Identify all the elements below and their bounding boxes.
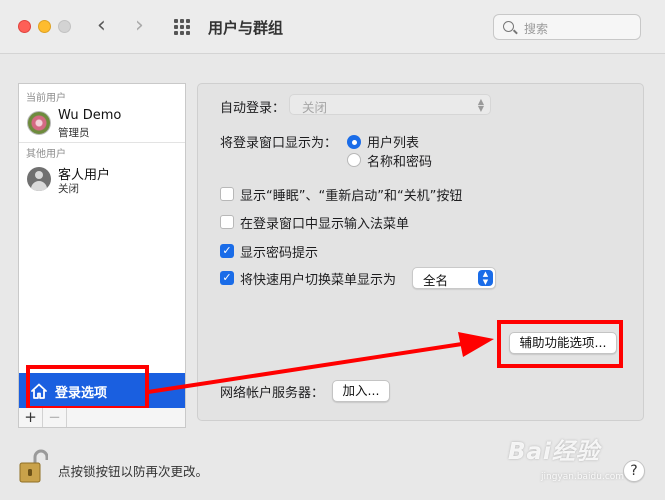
users-sidebar: 当前用户 Wu Demo 管理员 其他用户 客人用户 关闭 登录选项 [18,83,186,410]
zoom-window-button[interactable] [58,20,71,33]
annotation-highlight-accessibility-button [497,320,623,368]
sidebar-toolbar: + − [18,408,186,428]
search-icon [503,21,514,32]
window-title: 用户与群组 [208,19,284,37]
user-role: 关闭 [58,183,79,195]
minimize-window-button[interactable] [38,20,51,33]
checkbox-input-menu[interactable] [220,215,234,229]
add-user-button[interactable]: + [19,408,43,427]
radio-name-password-label: 名称和密码 [367,155,433,170]
close-window-button[interactable] [18,20,31,33]
checkbox-sleep-restart-shutdown-label: 显示“睡眠”、“重新启动”和“关机”按钮 [240,189,463,204]
radio-user-list-label: 用户列表 [367,136,420,151]
baidu-watermark-url: jingyan.baidu.com [541,472,625,482]
back-chevron-icon[interactable]: ‹ [97,14,106,38]
forward-chevron-icon[interactable]: › [135,14,144,38]
join-server-button[interactable]: 加入... [332,380,390,402]
radio-name-password[interactable] [347,153,361,167]
current-users-header: 当前用户 [26,93,66,104]
network-server-label: 网络帐户服务器： [220,386,325,401]
checkbox-fast-user-switch[interactable]: ✓ [220,271,234,285]
up-down-chevron-icon: ▲ ▼ [477,97,485,113]
radio-user-list[interactable] [347,135,361,149]
title-bar: ‹ › 用户与群组 搜索 [0,0,665,54]
fast-switch-value: 全名 [423,273,449,288]
user-role: 管理员 [58,127,90,139]
show-all-grid-icon[interactable] [174,19,192,35]
lock-hint-text: 点按锁按钮以防再次更改。 [58,464,209,479]
sidebar-user-wu-demo[interactable]: Wu Demo 管理员 [25,106,181,140]
flower-avatar-icon [27,111,51,135]
sidebar-divider [19,142,185,143]
auto-login-select[interactable]: 关闭 ▲ ▼ [289,94,491,115]
auto-login-label: 自动登录： [220,101,286,116]
guest-avatar-icon [27,167,51,191]
user-name: Wu Demo [58,108,122,123]
unlocked-padlock-icon[interactable] [18,448,48,484]
remove-user-button[interactable]: − [43,408,67,427]
help-button[interactable]: ? [623,460,645,482]
login-options-panel: 自动登录： 关闭 ▲ ▼ 将登录窗口显示为： 用户列表 名称和密码 显示“睡眠”、… [197,83,644,421]
auto-login-value: 关闭 [302,100,328,115]
fast-switch-select[interactable]: 全名 ▲ ▼ [412,267,496,289]
checkbox-input-menu-label: 在登录窗口中显示输入法菜单 [240,217,410,232]
checkbox-sleep-restart-shutdown[interactable] [220,187,234,201]
sidebar-user-guest[interactable]: 客人用户 关闭 [25,162,181,196]
up-down-chevron-icon: ▲ ▼ [478,270,493,286]
other-users-header: 其他用户 [26,149,66,160]
checkbox-password-hints-label: 显示密码提示 [240,246,319,261]
display-as-label: 将登录窗口显示为： [220,136,338,151]
checkbox-password-hints[interactable]: ✓ [220,244,234,258]
search-placeholder: 搜索 [524,22,549,36]
search-field[interactable]: 搜索 [493,14,641,40]
baidu-watermark: Bai经验 [508,439,600,465]
annotation-highlight-login-options [26,365,149,410]
checkbox-fast-user-switch-label: 将快速用户切换菜单显示为 [240,273,397,288]
